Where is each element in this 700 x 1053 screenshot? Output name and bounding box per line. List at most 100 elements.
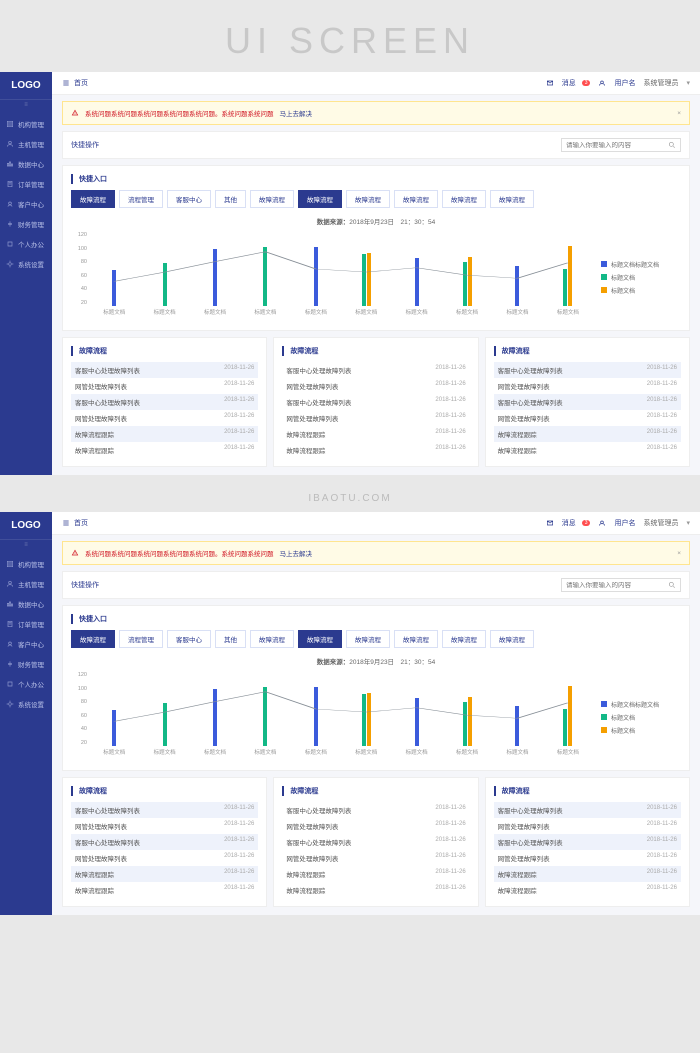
- menu-icon[interactable]: [62, 519, 70, 527]
- avatar-icon[interactable]: [598, 79, 606, 87]
- tab-6[interactable]: 故障流程: [346, 190, 390, 208]
- tab-0[interactable]: 故障流程: [71, 630, 115, 648]
- list-item[interactable]: 故障流程跟踪2018-11-26: [282, 442, 469, 458]
- list-item[interactable]: 故障流程跟踪2018-11-26: [71, 426, 258, 442]
- list-item[interactable]: 客服中心处理故障列表2018-11-26: [71, 394, 258, 410]
- tab-9[interactable]: 故障流程: [490, 630, 534, 648]
- sidebar-item-5[interactable]: 财务管理: [0, 214, 52, 234]
- sidebar-item-5[interactable]: 财务管理: [0, 654, 52, 674]
- sidebar-item-2[interactable]: 数据中心: [0, 594, 52, 614]
- tab-2[interactable]: 客服中心: [167, 190, 211, 208]
- chevron-down-icon[interactable]: ▾: [686, 79, 690, 87]
- list-item[interactable]: 客服中心处理故障列表2018-11-26: [282, 394, 469, 410]
- alert-link[interactable]: 马上去解决: [280, 108, 313, 118]
- alert-link[interactable]: 马上去解决: [280, 548, 313, 558]
- list-item[interactable]: 客服中心处理故障列表2018-11-26: [282, 834, 469, 850]
- breadcrumb-home[interactable]: 首页: [74, 518, 88, 528]
- admin-label[interactable]: 系统管理员: [643, 518, 678, 528]
- tab-1[interactable]: 流程管理: [119, 190, 163, 208]
- list-item[interactable]: 故障流程跟踪2018-11-26: [494, 442, 681, 458]
- list-item[interactable]: 网管处理故障列表2018-11-26: [282, 410, 469, 426]
- message-label[interactable]: 消息: [562, 78, 576, 88]
- list-item[interactable]: 客服中心处理故障列表2018-11-26: [494, 802, 681, 818]
- tab-8[interactable]: 故障流程: [442, 190, 486, 208]
- list-item[interactable]: 网管处理故障列表2018-11-26: [282, 378, 469, 394]
- close-icon[interactable]: ×: [677, 110, 681, 117]
- list-item[interactable]: 故障流程跟踪2018-11-26: [282, 882, 469, 898]
- list-item[interactable]: 故障流程跟踪2018-11-26: [494, 866, 681, 882]
- tab-4[interactable]: 故障流程: [250, 190, 294, 208]
- list-item[interactable]: 网管处理故障列表2018-11-26: [71, 378, 258, 394]
- list-item[interactable]: 客服中心处理故障列表2018-11-26: [494, 362, 681, 378]
- list-item[interactable]: 网管处理故障列表2018-11-26: [71, 850, 258, 866]
- search-input[interactable]: [566, 582, 668, 589]
- admin-label[interactable]: 系统管理员: [643, 78, 678, 88]
- search-icon[interactable]: [668, 141, 676, 149]
- user-center[interactable]: 用户名: [614, 78, 635, 88]
- list-item[interactable]: 故障流程跟踪2018-11-26: [282, 866, 469, 882]
- sidebar-item-6[interactable]: 个人办公: [0, 674, 52, 694]
- tab-8[interactable]: 故障流程: [442, 630, 486, 648]
- sidebar-item-4[interactable]: 客户中心: [0, 634, 52, 654]
- main-area: 首页消息3用户名系统管理员▾系统问题系统问题系统问题系统问题系统问题。系统问题系…: [52, 72, 700, 475]
- list-item[interactable]: 客服中心处理故障列表2018-11-26: [494, 394, 681, 410]
- list-item[interactable]: 故障流程跟踪2018-11-26: [71, 866, 258, 882]
- list-item[interactable]: 网管处理故障列表2018-11-26: [282, 818, 469, 834]
- close-icon[interactable]: ×: [677, 550, 681, 557]
- mail-icon[interactable]: [546, 79, 554, 87]
- sidebar-item-6[interactable]: 个人办公: [0, 234, 52, 254]
- list-item[interactable]: 客服中心处理故障列表2018-11-26: [71, 802, 258, 818]
- tab-1[interactable]: 流程管理: [119, 630, 163, 648]
- breadcrumb-home[interactable]: 首页: [74, 78, 88, 88]
- sidebar-item-1[interactable]: 主机管理: [0, 134, 52, 154]
- message-label[interactable]: 消息: [562, 518, 576, 528]
- sidebar-item-0[interactable]: 机构管理: [0, 554, 52, 574]
- list-item[interactable]: 故障流程跟踪2018-11-26: [494, 426, 681, 442]
- tab-0[interactable]: 故障流程: [71, 190, 115, 208]
- list-item[interactable]: 网管处理故障列表2018-11-26: [71, 410, 258, 426]
- list-item[interactable]: 故障流程跟踪2018-11-26: [71, 882, 258, 898]
- search-box[interactable]: [561, 138, 681, 152]
- tab-7[interactable]: 故障流程: [394, 190, 438, 208]
- search-input[interactable]: [566, 142, 668, 149]
- user-center[interactable]: 用户名: [614, 518, 635, 528]
- list-item[interactable]: 网管处理故障列表2018-11-26: [494, 818, 681, 834]
- chevron-down-icon[interactable]: ▾: [686, 519, 690, 527]
- list-item[interactable]: 网管处理故障列表2018-11-26: [71, 818, 258, 834]
- list-item[interactable]: 网管处理故障列表2018-11-26: [494, 410, 681, 426]
- list-item[interactable]: 客服中心处理故障列表2018-11-26: [282, 802, 469, 818]
- list-item[interactable]: 故障流程跟踪2018-11-26: [282, 426, 469, 442]
- sidebar-item-7[interactable]: 系统设置: [0, 694, 52, 714]
- avatar-icon[interactable]: [598, 519, 606, 527]
- tab-7[interactable]: 故障流程: [394, 630, 438, 648]
- list-item[interactable]: 客服中心处理故障列表2018-11-26: [71, 834, 258, 850]
- tab-5[interactable]: 故障流程: [298, 630, 342, 648]
- list-item-label: 故障流程跟踪: [286, 445, 325, 455]
- list-item[interactable]: 网管处理故障列表2018-11-26: [282, 850, 469, 866]
- list-item[interactable]: 客服中心处理故障列表2018-11-26: [494, 834, 681, 850]
- mail-icon[interactable]: [546, 519, 554, 527]
- tab-6[interactable]: 故障流程: [346, 630, 390, 648]
- sidebar-item-2[interactable]: 数据中心: [0, 154, 52, 174]
- sidebar-item-7[interactable]: 系统设置: [0, 254, 52, 274]
- list-item[interactable]: 客服中心处理故障列表2018-11-26: [282, 362, 469, 378]
- tab-5[interactable]: 故障流程: [298, 190, 342, 208]
- sidebar-item-3[interactable]: 订单管理: [0, 614, 52, 634]
- sidebar-item-4[interactable]: 客户中心: [0, 194, 52, 214]
- list-item[interactable]: 故障流程跟踪2018-11-26: [71, 442, 258, 458]
- search-box[interactable]: [561, 578, 681, 592]
- tab-2[interactable]: 客服中心: [167, 630, 211, 648]
- list-item[interactable]: 网管处理故障列表2018-11-26: [494, 850, 681, 866]
- list-item[interactable]: 网管处理故障列表2018-11-26: [494, 378, 681, 394]
- search-icon[interactable]: [668, 581, 676, 589]
- sidebar-item-3[interactable]: 订单管理: [0, 174, 52, 194]
- sidebar-item-1[interactable]: 主机管理: [0, 574, 52, 594]
- list-item[interactable]: 故障流程跟踪2018-11-26: [494, 882, 681, 898]
- tab-3[interactable]: 其他: [215, 630, 246, 648]
- list-item[interactable]: 客服中心处理故障列表2018-11-26: [71, 362, 258, 378]
- tab-9[interactable]: 故障流程: [490, 190, 534, 208]
- tab-3[interactable]: 其他: [215, 190, 246, 208]
- menu-icon[interactable]: [62, 79, 70, 87]
- tab-4[interactable]: 故障流程: [250, 630, 294, 648]
- sidebar-item-0[interactable]: 机构管理: [0, 114, 52, 134]
